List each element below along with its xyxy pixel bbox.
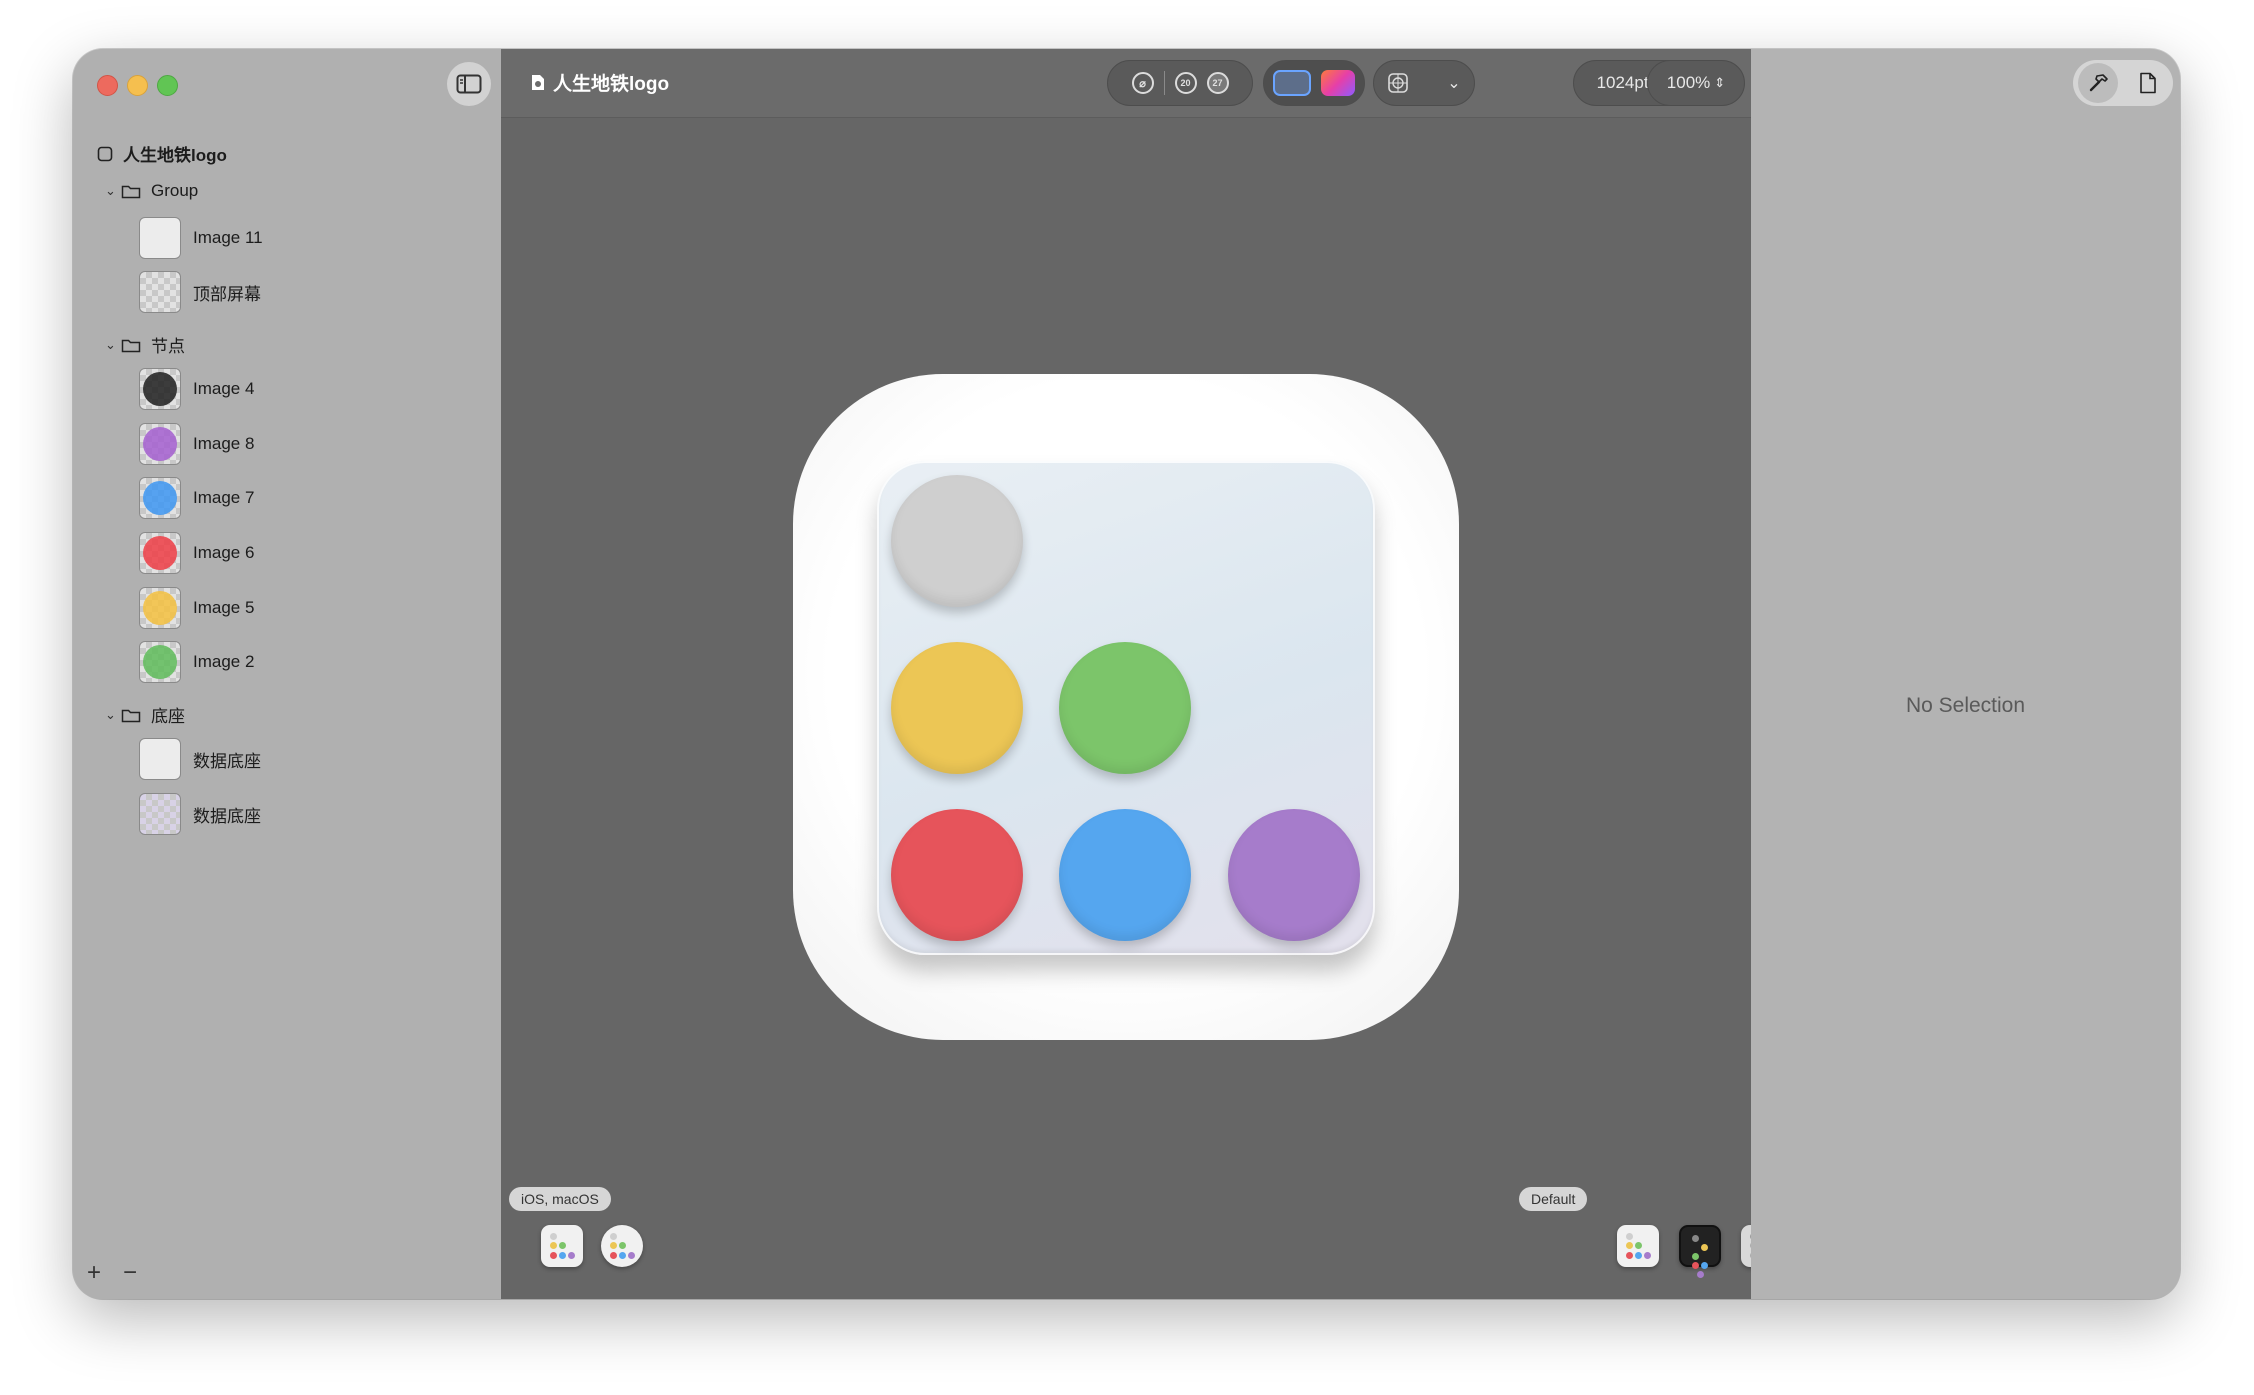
document-title-text: 人生地铁logo (553, 74, 670, 95)
tree-item-label: Image 8 (193, 434, 255, 453)
render-mode-control: ⌀ 20 27 (1107, 60, 1253, 106)
inspector-tabs (2073, 60, 2173, 106)
tree-item-label: Image 6 (193, 543, 255, 562)
layer-thumbnail (139, 587, 181, 629)
tree-item-top-screen[interactable]: 顶部屏幕 (139, 271, 261, 313)
tree-root-label: 人生地铁logo (123, 146, 227, 165)
tree-item-label: 数据底座 (193, 806, 261, 826)
layer-thumbnail (139, 217, 181, 259)
tree-group-base[interactable]: ⌄ 底座 (105, 702, 185, 727)
tree-item-image-5[interactable]: Image 5 (139, 587, 254, 629)
no-badge-icon[interactable]: ⌀ (1131, 72, 1154, 94)
tree-item-label: 数据底座 (193, 751, 261, 771)
tree-item-data-base-1[interactable]: 数据底座 (139, 738, 261, 780)
minimize-window-button[interactable] (127, 75, 148, 96)
tree-item-image-2[interactable]: Image 2 (139, 641, 254, 683)
layer-thumbnail (139, 641, 181, 683)
inspector-panel: No Selection (1751, 49, 2180, 1299)
tree-item-label: Image 11 (193, 228, 263, 247)
tree-item-label: 顶部屏幕 (193, 284, 261, 304)
tree-group-group[interactable]: ⌄ Group (105, 181, 198, 201)
document-icon (2140, 72, 2156, 94)
sidebar-icon (456, 74, 482, 94)
badge-27-button[interactable]: 27 (1206, 72, 1229, 94)
tree-item-image-8[interactable]: Image 8 (139, 423, 254, 465)
color-appearance-button[interactable] (1321, 70, 1355, 96)
yellow-node (891, 642, 1023, 774)
document-icon (532, 75, 544, 90)
layer-thumbnail (139, 532, 181, 574)
tree-item-image-6[interactable]: Image 6 (139, 532, 254, 574)
default-preview-thumb[interactable] (1617, 1225, 1659, 1267)
tree-item-image-11[interactable]: Image 11 (139, 217, 263, 259)
appearance-control (1263, 60, 1365, 106)
canvas-area: 人生地铁logo ⌀ 20 27 ⌄ 1024pt iOS, macOS Def… (501, 49, 1783, 1299)
appearance-tag: Default (1519, 1187, 1588, 1211)
sidebar-toggle-button[interactable] (447, 62, 491, 106)
folder-icon (121, 709, 141, 722)
size-value: 1024pt (1596, 73, 1649, 92)
tree-group-nodes[interactable]: ⌄ 节点 (105, 332, 185, 357)
artboard-icon (97, 146, 113, 161)
tree-group-label: 节点 (151, 337, 185, 356)
inspector-tab-tools[interactable] (2078, 63, 2118, 103)
layer-thumbnail (139, 793, 181, 835)
gray-node (891, 475, 1023, 607)
no-selection-text: No Selection (1905, 694, 2026, 717)
folder-icon (121, 185, 141, 199)
grid-icon[interactable] (1387, 72, 1409, 94)
ios-preview-thumb[interactable] (541, 1225, 583, 1267)
red-node (891, 809, 1023, 941)
layer-thumbnail (139, 423, 181, 465)
tree-root-item[interactable]: 人生地铁logo (97, 141, 227, 166)
chevron-down-icon[interactable]: ⌄ (1447, 73, 1460, 93)
blue-node (1059, 809, 1191, 941)
tree-group-label: Group (151, 181, 199, 200)
badge-20-button[interactable]: 20 (1174, 72, 1197, 94)
app-window: 人生地铁logo ⌄ Group Image 11 顶部屏幕 ⌄ 节点 Imag… (73, 49, 2180, 1299)
app-icon-preview[interactable] (793, 374, 1459, 1040)
chevron-down-icon[interactable]: ⌄ (105, 707, 119, 723)
inspector-tab-document[interactable] (2128, 63, 2168, 103)
layer-thumbnail (139, 368, 181, 410)
macos-preview-thumb[interactable] (601, 1225, 643, 1267)
hammer-icon (2089, 74, 2108, 92)
document-title: 人生地铁logo (531, 69, 669, 96)
layer-thumbnail (139, 271, 181, 313)
tree-item-label: Image 4 (193, 379, 255, 398)
grid-options-control: ⌄ (1373, 60, 1475, 106)
tree-item-label: Image 5 (193, 598, 255, 617)
chevron-down-icon[interactable]: ⌄ (105, 337, 119, 353)
tree-item-data-base-2[interactable]: 数据底座 (139, 793, 261, 835)
chevron-down-icon[interactable]: ⌄ (105, 183, 119, 199)
layers-sidebar: 人生地铁logo ⌄ Group Image 11 顶部屏幕 ⌄ 节点 Imag… (73, 49, 501, 1299)
folder-icon (121, 339, 141, 352)
purple-node (1228, 809, 1360, 941)
dark-preview-thumb[interactable] (1679, 1225, 1721, 1278)
add-layer-button[interactable]: + (87, 1259, 101, 1287)
tree-group-label: 底座 (151, 707, 185, 726)
zoom-window-button[interactable] (157, 75, 178, 96)
layer-thumbnail (139, 738, 181, 780)
light-appearance-button[interactable] (1273, 70, 1311, 96)
icon-glass-panel (877, 461, 1375, 955)
divider (1163, 71, 1165, 95)
stepper-icon: ⇕ (1714, 75, 1726, 90)
tree-item-image-4[interactable]: Image 4 (139, 368, 254, 410)
green-node (1059, 642, 1191, 774)
platform-tag: iOS, macOS (509, 1187, 611, 1211)
close-window-button[interactable] (97, 75, 118, 96)
layer-thumbnail (139, 477, 181, 519)
tree-item-image-7[interactable]: Image 7 (139, 477, 254, 519)
zoom-value: 100% (1666, 73, 1711, 92)
toolbar: 人生地铁logo ⌀ 20 27 ⌄ 1024pt (501, 49, 1751, 118)
tree-item-label: Image 7 (193, 488, 255, 507)
tree-item-label: Image 2 (193, 652, 255, 671)
zoom-selector[interactable]: 100% ⇕ (1647, 60, 1745, 106)
remove-layer-button[interactable]: − (123, 1259, 137, 1287)
